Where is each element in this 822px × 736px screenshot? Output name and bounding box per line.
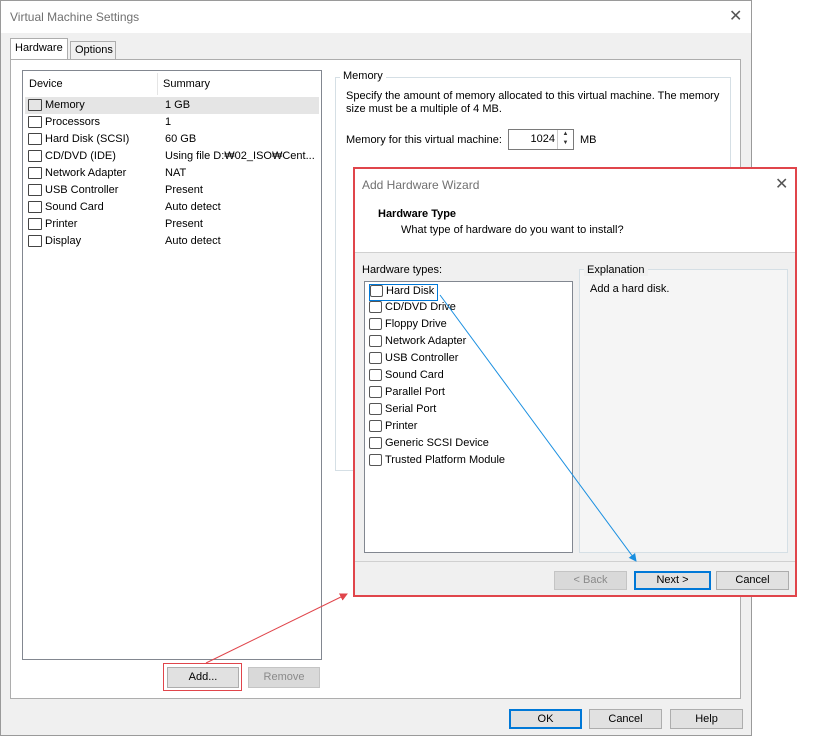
annotation-overlay (205, 294, 637, 664)
red-annotation-arrow (205, 593, 348, 664)
blue-annotation-arrow (439, 294, 637, 562)
